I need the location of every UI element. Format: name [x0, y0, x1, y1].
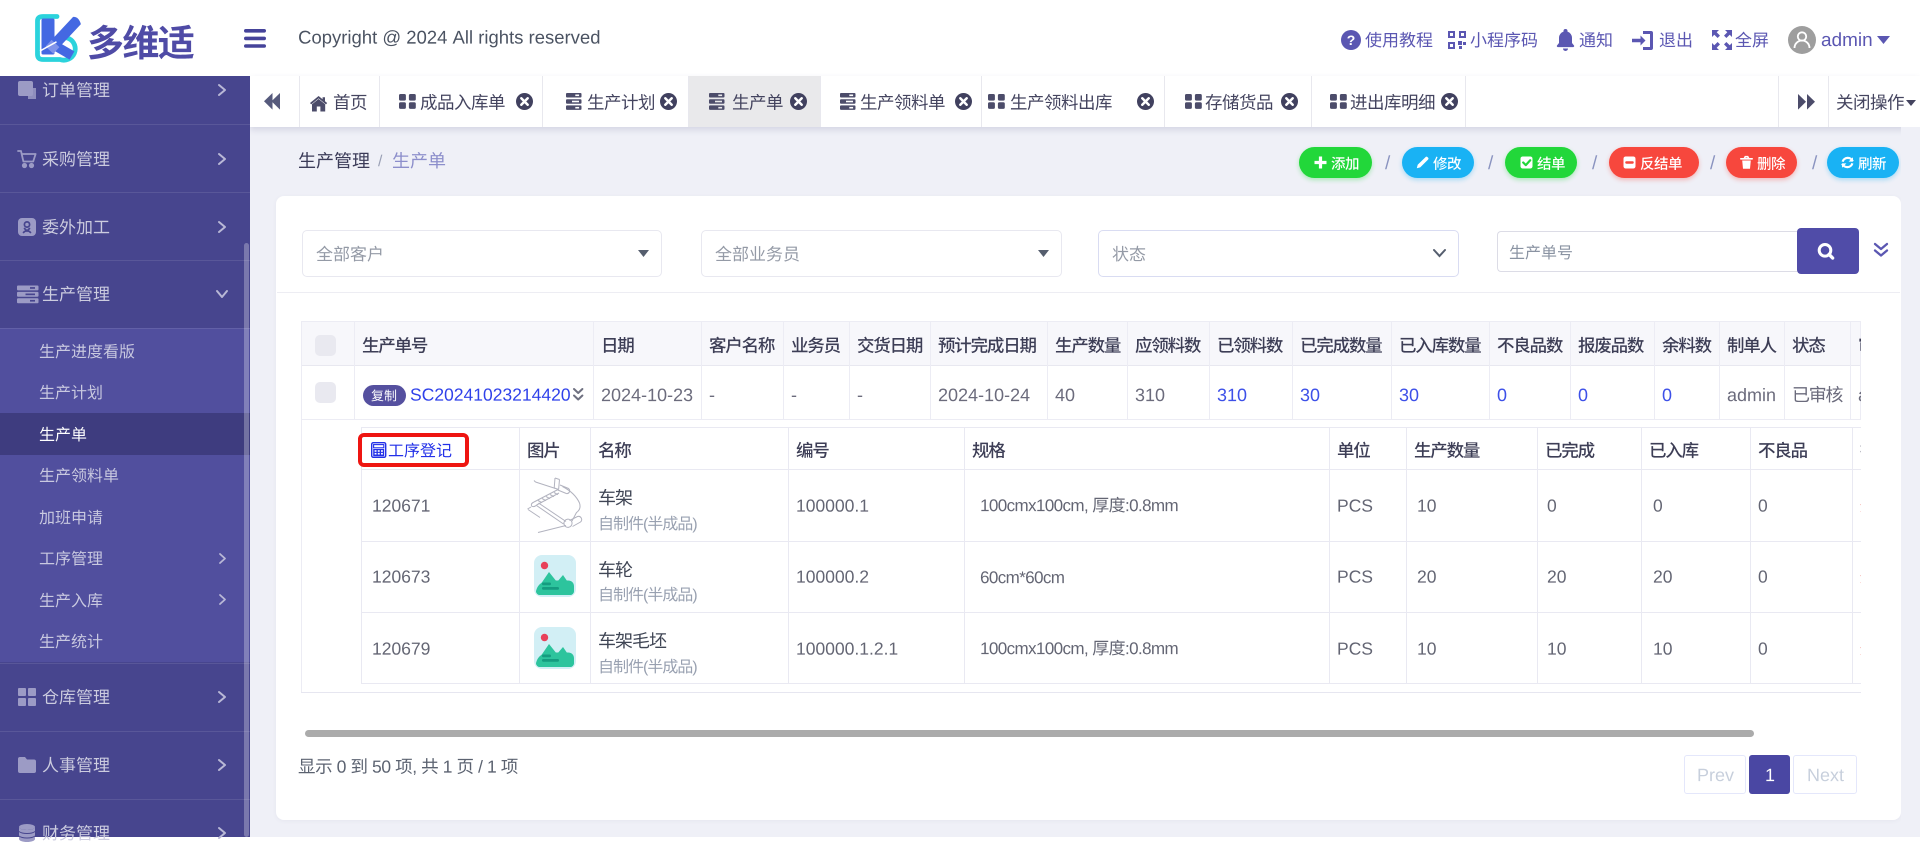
svg-text:?: ? [1347, 32, 1356, 48]
